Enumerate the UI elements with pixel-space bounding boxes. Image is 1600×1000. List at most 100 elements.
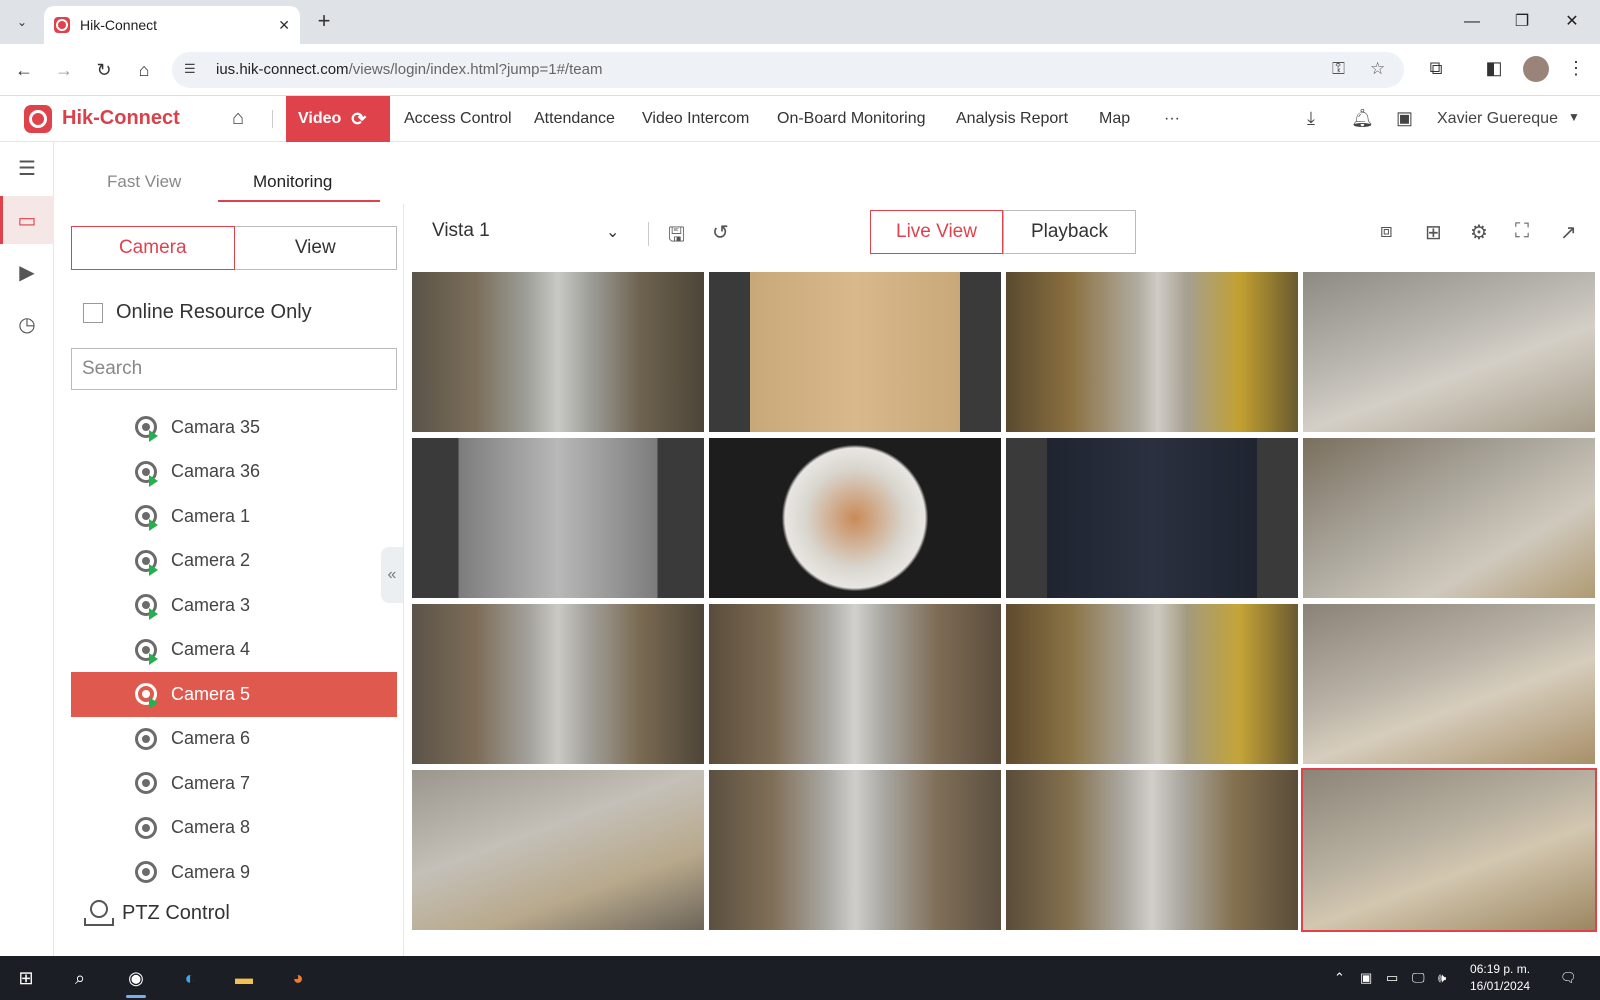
open-external-icon[interactable]: ↗ xyxy=(1560,220,1577,245)
taskbar-search-icon[interactable]: ⌕ xyxy=(62,964,98,992)
task-icon[interactable]: ▣ xyxy=(1396,108,1413,129)
layout-grid-icon[interactable]: ⊞ xyxy=(1425,220,1442,245)
taskbar-clock[interactable]: 06:19 p. m. 16/01/2024 xyxy=(1470,961,1530,995)
video-tile[interactable] xyxy=(412,272,704,432)
new-tab-icon[interactable]: + xyxy=(312,10,336,34)
camera-list-item[interactable]: Camera 7 xyxy=(71,761,397,806)
video-tile[interactable] xyxy=(709,272,1001,432)
reload-icon[interactable]: ↻ xyxy=(90,56,118,84)
camera-list-item[interactable]: Camara 35 xyxy=(71,405,397,450)
camera-list-item[interactable]: Camera 6 xyxy=(71,717,397,762)
tab-fast-view[interactable]: Fast View xyxy=(107,172,181,192)
video-tile[interactable] xyxy=(1303,272,1595,432)
file-explorer-icon[interactable]: ▬ xyxy=(226,964,262,992)
fullscreen-icon[interactable]: ⛶ xyxy=(1515,220,1529,243)
video-tile[interactable] xyxy=(412,604,704,764)
window-settings-icon[interactable]: ⧈ xyxy=(1380,220,1393,243)
tab-monitoring[interactable]: Monitoring xyxy=(253,172,332,192)
video-tile[interactable] xyxy=(1006,770,1298,930)
live-view-button[interactable]: Live View xyxy=(870,210,1003,254)
side-panel-icon[interactable]: ◧ xyxy=(1482,58,1506,82)
window-close-icon[interactable]: ✕ xyxy=(1560,10,1584,34)
camera-segment-button[interactable]: Camera xyxy=(71,226,235,270)
online-only-checkbox[interactable] xyxy=(83,303,103,323)
chevron-down-icon[interactable]: ⌄ xyxy=(606,222,619,242)
collapse-panel-icon[interactable]: « xyxy=(381,547,403,603)
browser-menu-icon[interactable]: ⋮ xyxy=(1564,58,1588,82)
nav-access-control[interactable]: Access Control xyxy=(404,110,512,128)
password-key-icon[interactable]: ⚿ xyxy=(1332,59,1345,79)
menu-toggle-icon[interactable]: ☰ xyxy=(0,144,54,192)
bookmark-star-icon[interactable]: ☆ xyxy=(1370,59,1385,79)
video-tile[interactable] xyxy=(709,770,1001,930)
close-tab-icon[interactable]: ✕ xyxy=(278,17,290,34)
camera-list-item[interactable]: Camera 2 xyxy=(71,539,397,584)
tray-app-icon[interactable]: ▣ xyxy=(1360,970,1372,986)
battery-icon[interactable]: ▭ xyxy=(1386,970,1398,986)
nav-video-intercom[interactable]: Video Intercom xyxy=(642,110,749,128)
nav-more[interactable]: ··· xyxy=(1164,110,1180,128)
browser-toolbar: ← → ↻ ⌂ ☰ ius.hik-connect.com/views/logi… xyxy=(0,44,1600,96)
search-input[interactable] xyxy=(71,348,397,390)
windows-start-icon[interactable]: ⊞ xyxy=(8,964,44,992)
home-icon[interactable]: ⌂ xyxy=(130,56,158,84)
camera-list-item[interactable]: Camara 36 xyxy=(71,450,397,495)
save-icon[interactable]: 🖫︎ xyxy=(668,220,685,254)
tray-chevron-icon[interactable]: ⌃ xyxy=(1334,970,1345,986)
camera-list-item[interactable]: Camera 1 xyxy=(71,494,397,539)
download-icon[interactable]: ⤓ xyxy=(1307,108,1315,129)
video-tile[interactable] xyxy=(1301,768,1597,932)
camera-list-item[interactable]: Camera 9 xyxy=(71,850,397,895)
site-info-icon[interactable]: ☰ xyxy=(184,61,202,79)
video-tile[interactable] xyxy=(709,438,1001,598)
nav-on-board-monitoring[interactable]: On-Board Monitoring xyxy=(777,110,926,128)
back-icon[interactable]: ← xyxy=(10,56,38,84)
view-selector[interactable]: Vista 1 xyxy=(432,220,490,242)
tab-search-icon[interactable]: ⌄ xyxy=(10,10,34,34)
address-bar[interactable]: ☰ ius.hik-connect.com/views/login/index.… xyxy=(172,52,1404,88)
video-tile[interactable] xyxy=(1303,438,1595,598)
camera-list-item[interactable]: Camera 8 xyxy=(71,806,397,851)
schedule-rail-icon[interactable]: ◷ xyxy=(0,300,54,348)
video-tile[interactable] xyxy=(1006,604,1298,764)
chrome-icon[interactable]: ◉ xyxy=(118,964,154,998)
app-home-icon[interactable]: ⌂ xyxy=(232,107,244,130)
online-play-icon xyxy=(149,608,158,620)
video-tile[interactable] xyxy=(1303,604,1595,764)
video-tile[interactable] xyxy=(1006,272,1298,432)
camera-list-item[interactable]: Camera 5 xyxy=(71,672,397,717)
playback-button[interactable]: Playback xyxy=(1003,210,1136,254)
ptz-control[interactable]: PTZ Control xyxy=(84,900,230,926)
notification-bell-icon[interactable]: 🔔︎ xyxy=(1351,108,1374,129)
user-name[interactable]: Xavier Guereque xyxy=(1437,110,1558,128)
video-tile[interactable] xyxy=(412,770,704,930)
chevron-down-icon[interactable]: ▼ xyxy=(1568,110,1580,124)
profile-avatar[interactable] xyxy=(1523,56,1549,82)
edge-icon[interactable]: ◐ xyxy=(172,964,208,992)
minimize-icon[interactable]: — xyxy=(1460,10,1484,34)
camera-list-item[interactable]: Camera 4 xyxy=(71,628,397,673)
network-icon[interactable]: 🖵︎ xyxy=(1412,970,1425,986)
restore-icon[interactable]: ❐ xyxy=(1510,10,1534,34)
gear-icon[interactable]: ⚙ xyxy=(1470,220,1488,245)
switch-icon[interactable]: ⟳ xyxy=(351,109,366,130)
nav-attendance[interactable]: Attendance xyxy=(534,110,615,128)
camera-list-item[interactable]: Camera 3 xyxy=(71,583,397,628)
nav-analysis-report[interactable]: Analysis Report xyxy=(956,110,1068,128)
extensions-icon[interactable]: ⧉ xyxy=(1424,58,1448,82)
volume-icon[interactable]: 🕪︎ xyxy=(1438,970,1446,986)
video-tile[interactable] xyxy=(709,604,1001,764)
live-view-rail-icon[interactable]: ▭ xyxy=(0,196,54,244)
firefox-icon[interactable]: ◕ xyxy=(280,964,316,992)
playback-rail-icon[interactable]: ▶ xyxy=(0,248,54,296)
video-tile[interactable] xyxy=(1006,438,1298,598)
view-segment-button[interactable]: View xyxy=(234,226,397,270)
browser-tab[interactable]: Hik-Connect ✕ xyxy=(44,6,300,44)
online-play-icon xyxy=(149,697,158,709)
video-tile[interactable] xyxy=(412,438,704,598)
notifications-icon[interactable]: 🗨︎ xyxy=(1560,970,1577,986)
nav-video[interactable]: Video ⟳ xyxy=(286,96,390,142)
forward-icon[interactable]: → xyxy=(50,56,78,84)
nav-map[interactable]: Map xyxy=(1099,110,1130,128)
refresh-icon[interactable]: ↺ xyxy=(712,220,729,245)
